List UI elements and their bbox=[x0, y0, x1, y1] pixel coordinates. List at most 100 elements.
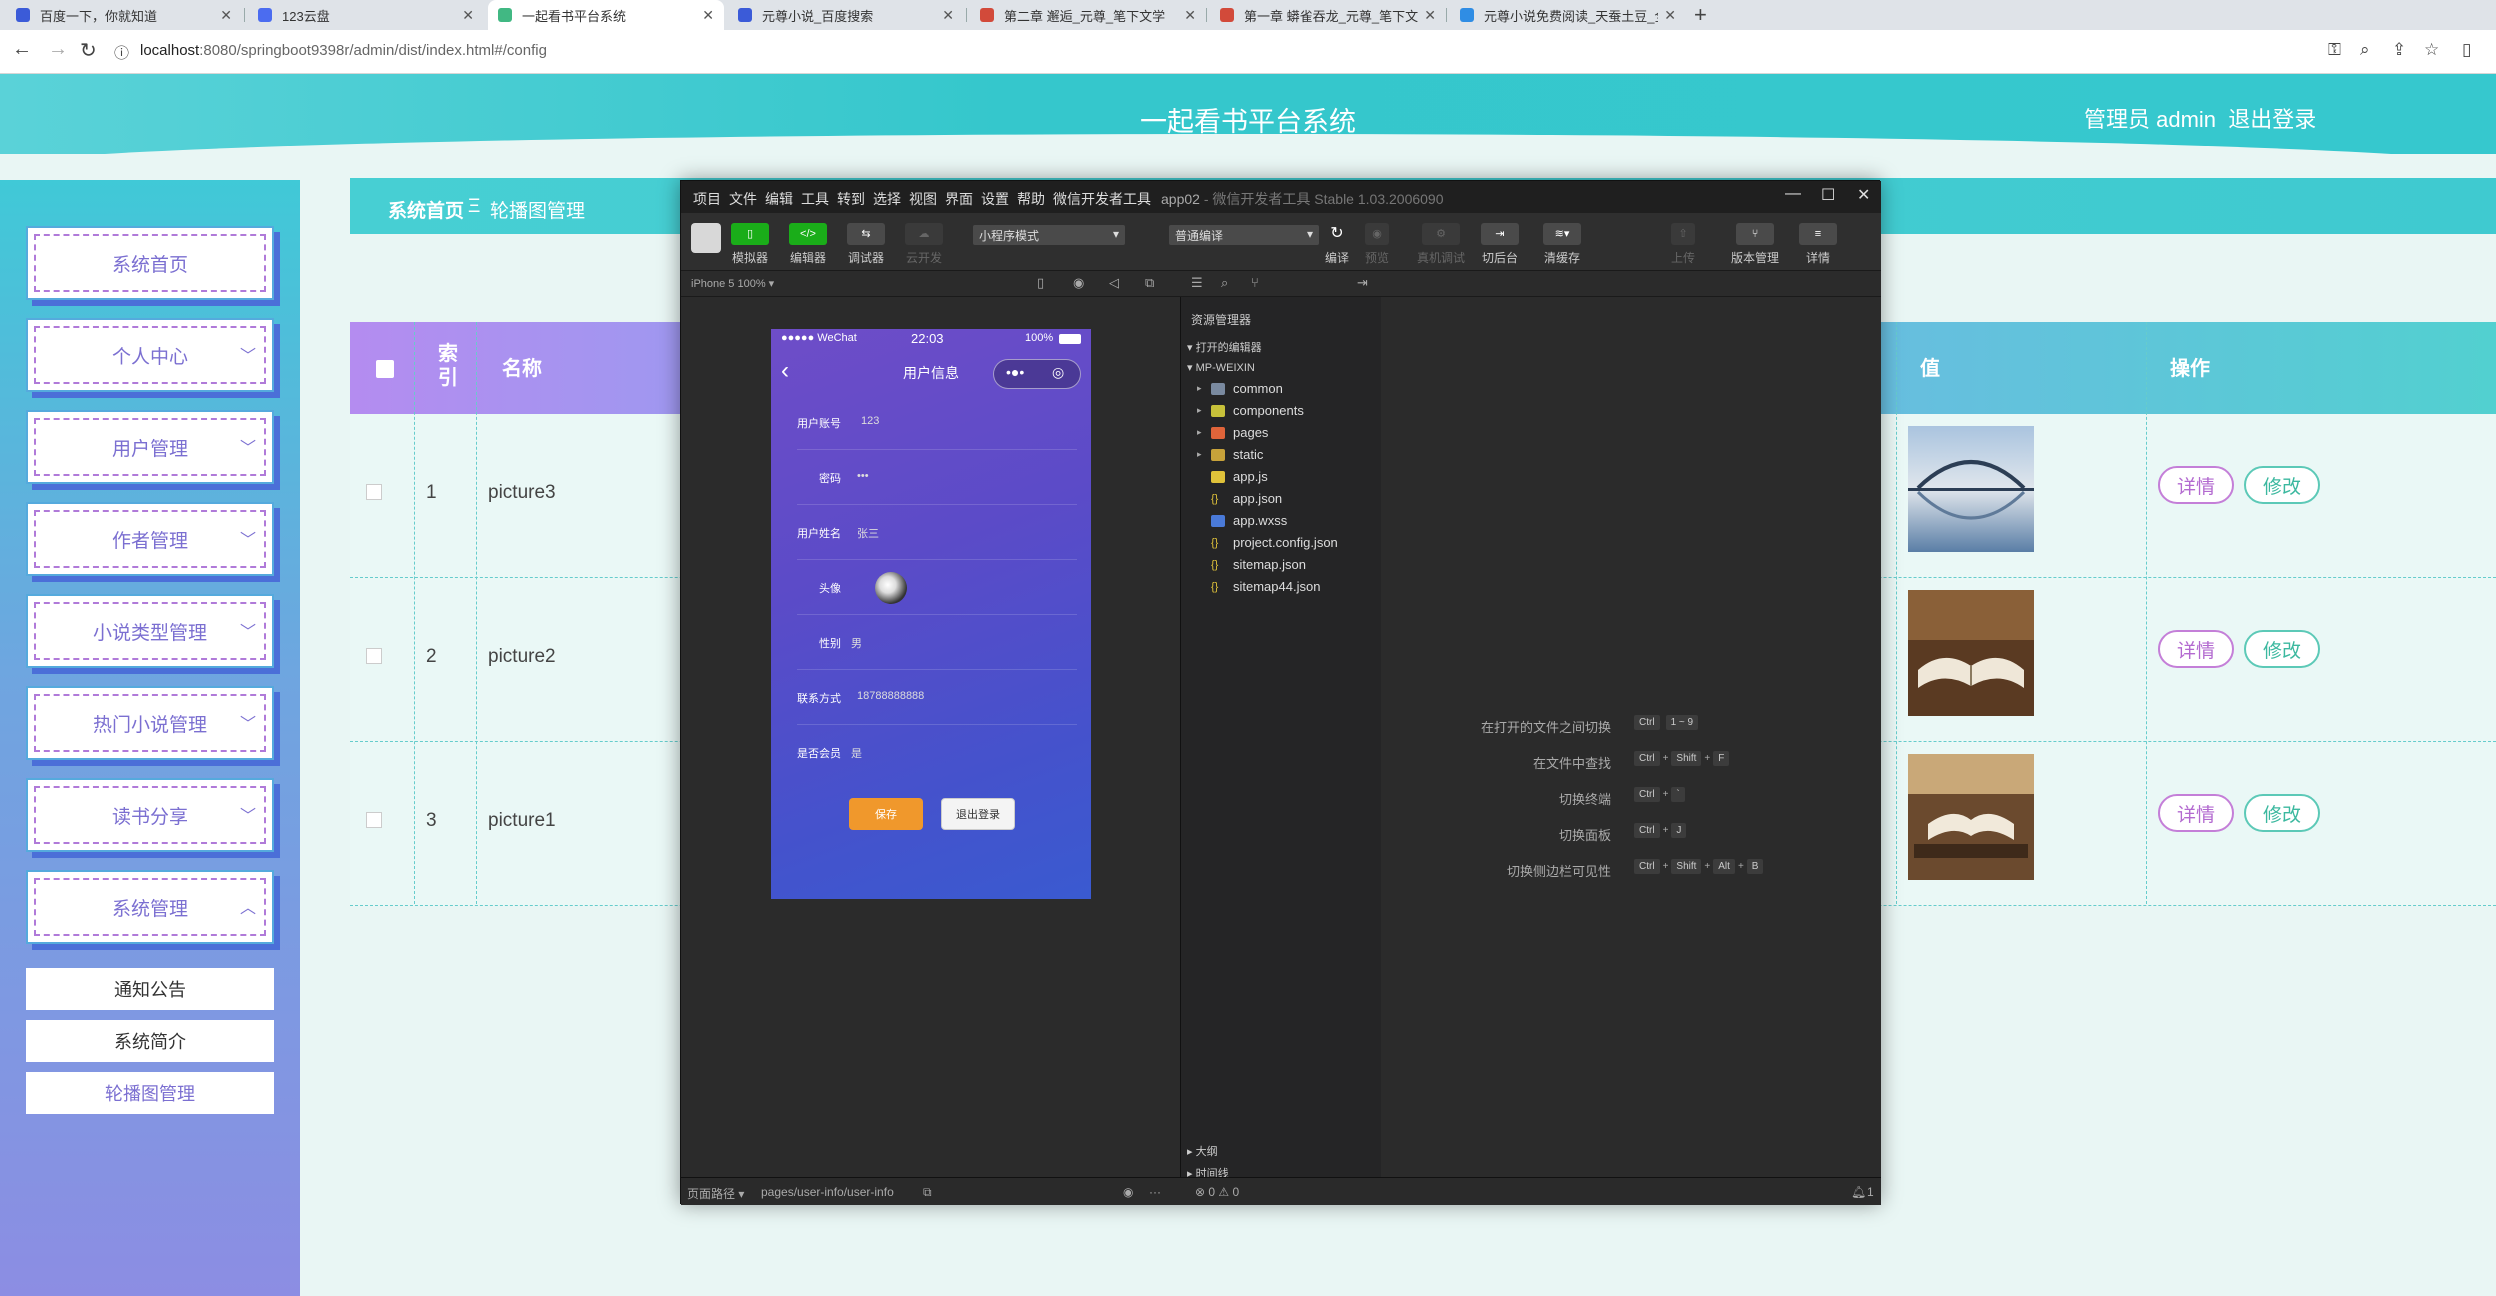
menu-settings[interactable]: 设置 bbox=[981, 189, 1009, 209]
more-icon[interactable]: •●• bbox=[1006, 364, 1024, 380]
compile-mode-select[interactable]: 普通编译 ▾ bbox=[1169, 225, 1319, 245]
sidebar-item-reading-share[interactable]: 读书分享 ﹀ bbox=[26, 778, 274, 852]
browser-tab[interactable]: 第二章 邂逅_元尊_笔下文学 ✕ bbox=[970, 0, 1206, 30]
menu-goto[interactable]: 转到 bbox=[837, 189, 865, 209]
sidebar-item-profile[interactable]: 个人中心 ﹀ bbox=[26, 318, 274, 392]
reload-icon[interactable]: ↻ bbox=[80, 38, 97, 63]
url-input[interactable]: localhost:8080/springboot9398r/admin/dis… bbox=[140, 42, 547, 59]
version-button[interactable]: ⑂ 版本管理 bbox=[1731, 223, 1779, 266]
close-icon[interactable]: ✕ bbox=[1857, 185, 1870, 205]
sidebar-item-home[interactable]: 系统首页 bbox=[26, 226, 274, 300]
preview-button[interactable]: ◉ 预览 bbox=[1365, 223, 1389, 266]
cloud-button[interactable]: ☁ 云开发 bbox=[905, 223, 943, 266]
remote-debug-button[interactable]: ⚙ 真机调试 bbox=[1417, 223, 1465, 266]
menu-select[interactable]: 选择 bbox=[873, 189, 901, 209]
file-item[interactable]: {} sitemap.json bbox=[1211, 557, 1306, 572]
forward-icon[interactable]: → bbox=[48, 38, 68, 61]
editor-button[interactable]: </> 编辑器 bbox=[789, 223, 827, 266]
eye-icon[interactable]: ◉ bbox=[1123, 1185, 1133, 1199]
close-icon[interactable]: ✕ bbox=[220, 7, 232, 24]
logout-button[interactable]: 退出登录 bbox=[941, 798, 1015, 830]
sidebar-subitem-carousel[interactable]: 轮播图管理 bbox=[26, 1072, 274, 1114]
mode-select[interactable]: 小程序模式 ▾ bbox=[973, 225, 1125, 245]
close-icon[interactable]: ✕ bbox=[1424, 7, 1436, 24]
open-editors-section[interactable]: ▾ 打开的编辑器 bbox=[1187, 339, 1262, 355]
edit-button[interactable]: 修改 bbox=[2244, 794, 2320, 832]
phone-input[interactable]: 18788888888 bbox=[857, 690, 924, 702]
list-icon[interactable]: ☰ bbox=[1191, 275, 1203, 291]
detail-button[interactable]: 详情 bbox=[2158, 630, 2234, 668]
split-icon[interactable]: ⇥ bbox=[1357, 275, 1368, 291]
member-picker[interactable]: 是 bbox=[851, 745, 862, 761]
browser-tab[interactable]: 百度一下，你就知道 ✕ bbox=[6, 0, 242, 30]
file-item[interactable]: app.wxss bbox=[1211, 513, 1287, 528]
page-path-select[interactable]: 页面路径 ▾ bbox=[687, 1185, 744, 1202]
branch-icon[interactable]: ⑂ bbox=[1251, 275, 1259, 290]
device-select[interactable]: iPhone 5 100% ▾ bbox=[691, 277, 774, 290]
upload-button[interactable]: ⇧ 上传 bbox=[1671, 223, 1695, 266]
star-icon[interactable]: ☆ bbox=[2424, 40, 2439, 60]
bell-icon[interactable]: 🔔︎ bbox=[1851, 1185, 1866, 1199]
account-input[interactable]: 123 bbox=[861, 415, 879, 427]
project-section[interactable]: ▾ MP-WEIXIN bbox=[1187, 361, 1255, 374]
menu-wechat-devtools[interactable]: 微信开发者工具 bbox=[1053, 189, 1151, 209]
menu-file[interactable]: 文件 bbox=[729, 189, 757, 209]
record-icon[interactable]: ◉ bbox=[1073, 275, 1084, 291]
sidebar-item-novel-types[interactable]: 小说类型管理 ﹀ bbox=[26, 594, 274, 668]
file-item[interactable]: app.js bbox=[1211, 469, 1268, 484]
info-icon[interactable]: ⓘ bbox=[114, 42, 129, 63]
clear-cache-button[interactable]: ≋▾ 清缓存 bbox=[1543, 223, 1581, 266]
sidebar-item-authors[interactable]: 作者管理 ﹀ bbox=[26, 502, 274, 576]
close-icon[interactable]: ✕ bbox=[942, 7, 954, 24]
file-item[interactable]: ▸ components bbox=[1197, 403, 1304, 418]
maximize-icon[interactable]: ☐ bbox=[1821, 185, 1835, 205]
row-checkbox[interactable] bbox=[366, 648, 382, 664]
miniprogram-capsule[interactable]: •●• ◎ bbox=[993, 359, 1081, 389]
problems-status[interactable]: ⊗ 0 ⚠ 0 bbox=[1195, 1185, 1239, 1199]
menu-edit[interactable]: 编辑 bbox=[765, 189, 793, 209]
menu-interface[interactable]: 界面 bbox=[945, 189, 973, 209]
share-icon[interactable]: ⇪ bbox=[2392, 40, 2406, 60]
browser-tab[interactable]: 第一章 蟒雀吞龙_元尊_笔下文学 ✕ bbox=[1210, 0, 1446, 30]
zoom-icon[interactable]: ⌕ bbox=[2360, 40, 2370, 60]
more-icon[interactable]: ··· bbox=[1149, 1185, 1161, 1199]
new-tab-button[interactable]: + bbox=[1694, 2, 1707, 28]
simulator-button[interactable]: ▯ 模拟器 bbox=[731, 223, 769, 266]
select-all-checkbox[interactable] bbox=[376, 360, 394, 378]
name-input[interactable]: 张三 bbox=[857, 525, 879, 541]
file-item[interactable]: ▸ common bbox=[1197, 381, 1283, 396]
debugger-button[interactable]: ⇆ 调试器 bbox=[847, 223, 885, 266]
menu-project[interactable]: 项目 bbox=[693, 189, 721, 209]
close-icon[interactable]: ✕ bbox=[1184, 7, 1196, 24]
sidebar-item-system[interactable]: 系统管理 ︿ bbox=[26, 870, 274, 944]
file-item[interactable]: {} app.json bbox=[1211, 491, 1282, 506]
save-button[interactable]: 保存 bbox=[849, 798, 923, 830]
menu-help[interactable]: 帮助 bbox=[1017, 189, 1045, 209]
copy-icon[interactable]: ⧉ bbox=[923, 1185, 932, 1200]
browser-tab-active[interactable]: 一起看书平台系统 ✕ bbox=[488, 0, 724, 30]
password-input[interactable]: ••• bbox=[857, 470, 869, 482]
browser-tab[interactable]: 元尊小说免费阅读_天蚕土豆_全...✕ bbox=[1450, 0, 1686, 30]
browser-tab[interactable]: 123云盘 ✕ bbox=[248, 0, 484, 30]
file-item[interactable]: {} sitemap44.json bbox=[1211, 579, 1320, 594]
file-item[interactable]: ▸ static bbox=[1197, 447, 1263, 462]
avatar[interactable] bbox=[691, 223, 721, 253]
breadcrumb-home[interactable]: 系统首页 bbox=[388, 196, 464, 223]
file-item[interactable]: ▸ pages bbox=[1197, 425, 1268, 440]
back-icon[interactable]: ← bbox=[12, 38, 32, 61]
menu-tools[interactable]: 工具 bbox=[801, 189, 829, 209]
logout-link[interactable]: 退出登录 bbox=[2228, 107, 2316, 132]
outline-section[interactable]: ▸ 大纲 bbox=[1187, 1143, 1218, 1159]
sidebar-item-hot-novels[interactable]: 热门小说管理 ﹀ bbox=[26, 686, 274, 760]
file-item[interactable]: {} project.config.json bbox=[1211, 535, 1338, 550]
avatar-upload[interactable] bbox=[875, 572, 907, 604]
background-button[interactable]: ⇥ 切后台 bbox=[1481, 223, 1519, 266]
details-button[interactable]: ≡ 详情 bbox=[1799, 223, 1837, 266]
detail-button[interactable]: 详情 bbox=[2158, 794, 2234, 832]
minimize-icon[interactable]: — bbox=[1785, 185, 1801, 203]
close-icon[interactable]: ✕ bbox=[702, 7, 714, 24]
sidebar-subitem-notice[interactable]: 通知公告 bbox=[26, 968, 274, 1010]
close-icon[interactable]: ✕ bbox=[462, 7, 474, 24]
sidebar-subitem-intro[interactable]: 系统简介 bbox=[26, 1020, 274, 1062]
edit-button[interactable]: 修改 bbox=[2244, 630, 2320, 668]
